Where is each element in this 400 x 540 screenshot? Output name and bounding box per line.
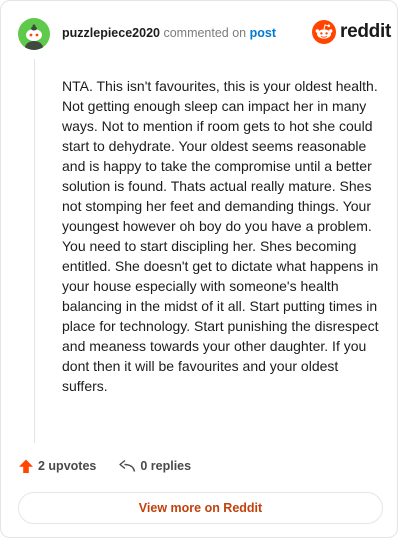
upvote-count: 2 upvotes [38, 459, 97, 473]
comment-header: puzzlepiece2020 commented on post [62, 26, 276, 40]
reddit-logo[interactable]: reddit [312, 20, 391, 44]
reply-arrow-icon [119, 459, 136, 472]
comment-body: NTA. This isn't favourites, this is your… [62, 78, 379, 394]
username-link[interactable]: puzzlepiece2020 [62, 26, 160, 40]
user-avatar[interactable] [18, 18, 50, 50]
thread-line[interactable] [34, 59, 35, 443]
snoo-avatar-icon [25, 24, 43, 50]
post-link[interactable]: post [250, 26, 276, 40]
action-text: commented on [163, 26, 247, 40]
comment-actions: 2 upvotes 0 replies [18, 458, 191, 474]
reddit-wordmark: reddit [340, 21, 391, 42]
replies-button[interactable]: 0 replies [118, 459, 191, 473]
upvote-arrow-icon [19, 459, 33, 473]
reply-count: 0 replies [140, 459, 192, 473]
reddit-alien-icon [312, 20, 336, 44]
comment-card: puzzlepiece2020 commented on post reddit… [0, 0, 398, 538]
view-more-button[interactable]: View more on Reddit [18, 492, 383, 524]
upvote-button[interactable]: 2 upvotes [18, 458, 96, 474]
